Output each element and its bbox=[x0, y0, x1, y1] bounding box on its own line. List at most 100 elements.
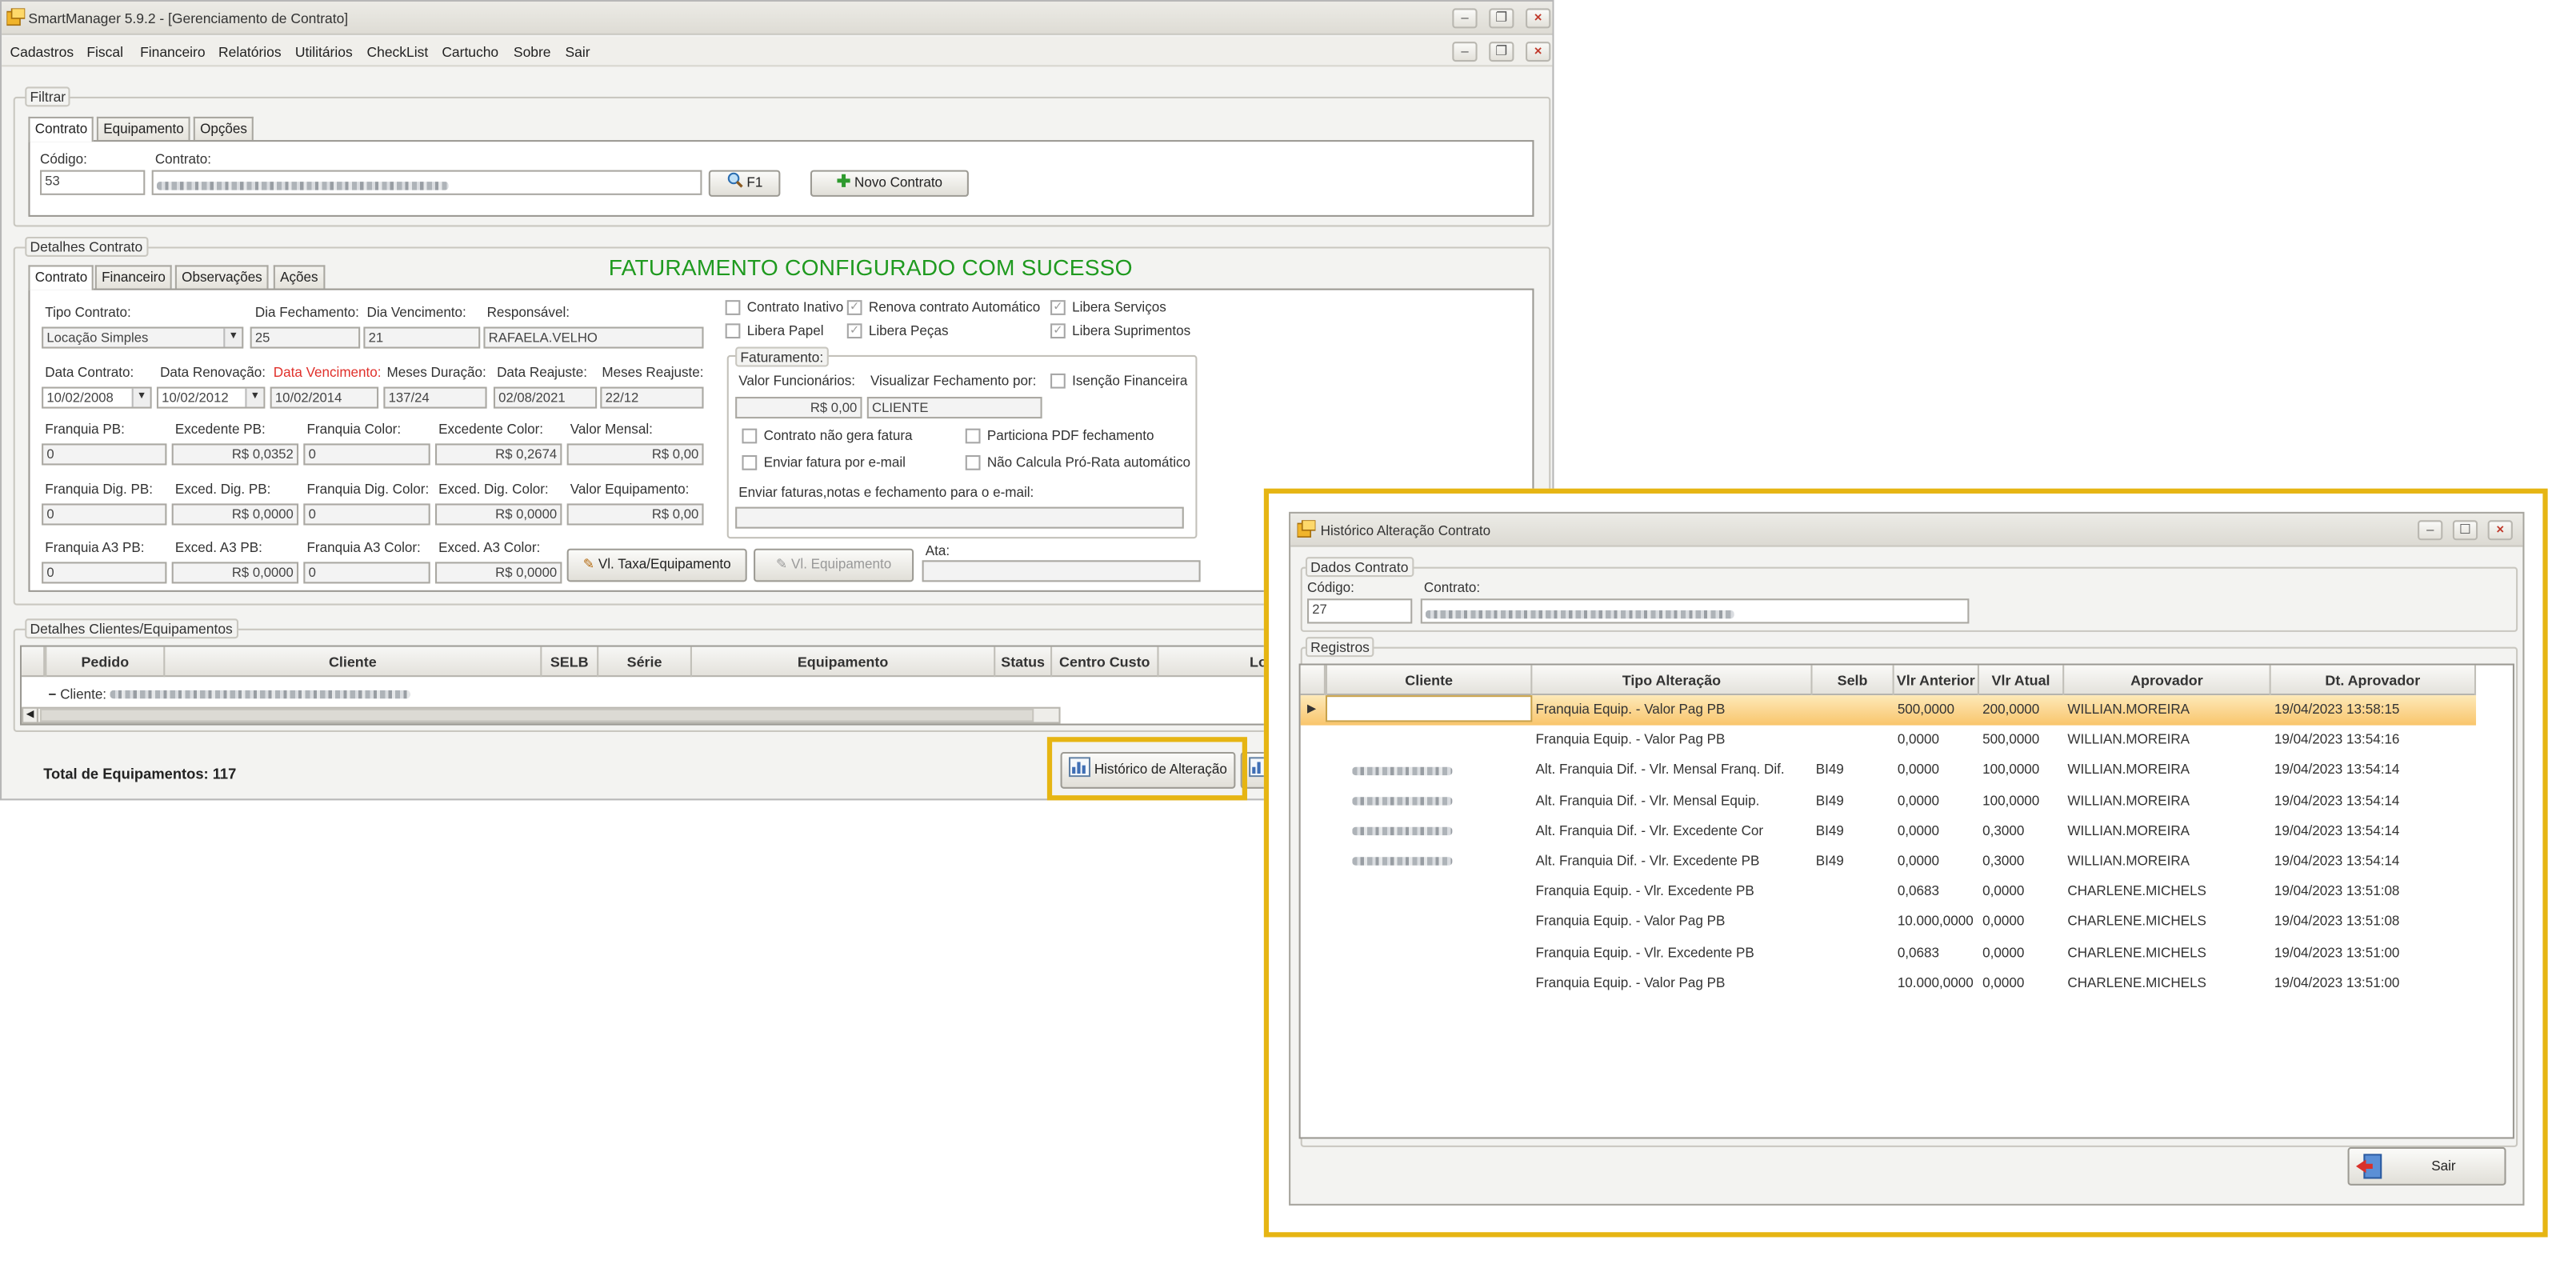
table-row[interactable]: Alt. Franquia Dif. - Vlr. Excedente PB BI… bbox=[1301, 847, 2476, 878]
franquia-a3-pb-input[interactable]: 0 bbox=[42, 562, 167, 584]
franquia-a3-color-input[interactable]: 0 bbox=[303, 562, 430, 584]
codigo-input[interactable]: 53 bbox=[40, 170, 146, 195]
table-row-selected[interactable]: ▶ Franquia Equip. - Valor Pag PB 500,0000 2… bbox=[1300, 695, 2477, 726]
contrato-input[interactable] bbox=[151, 170, 702, 195]
data-vencimento-input[interactable]: 10/02/2014 bbox=[270, 386, 379, 409]
table-row[interactable]: Franquia Equip. - Vlr. Excedente PB 0,068… bbox=[1301, 938, 2476, 969]
valor-equipamento-input[interactable]: R$ 0,00 bbox=[566, 503, 704, 526]
renova-automatico-checkbox[interactable]: ✓ bbox=[846, 300, 862, 315]
libera-pecas-checkbox[interactable]: ✓ bbox=[846, 323, 862, 339]
vl-equipamento-button[interactable]: ✎ Vl. Equipamento bbox=[754, 548, 914, 582]
client-group-row[interactable]: − Cliente: bbox=[48, 687, 410, 702]
particiona-pdf-checkbox[interactable] bbox=[965, 428, 981, 444]
libera-papel-checkbox[interactable] bbox=[725, 323, 741, 339]
franquia-pb-input[interactable]: 0 bbox=[42, 443, 167, 466]
dialog-codigo-input[interactable]: 27 bbox=[1307, 598, 1413, 624]
table-row[interactable]: Franquia Equip. - Valor Pag PB 10.000,000… bbox=[1301, 908, 2476, 938]
menu-fiscal[interactable]: Fiscal bbox=[86, 43, 123, 60]
novo-contrato-button[interactable]: ✚ Novo Contrato bbox=[810, 170, 969, 197]
enviar-faturas-input[interactable] bbox=[735, 506, 1184, 529]
valor-mensal-input[interactable]: R$ 0,00 bbox=[566, 443, 704, 466]
sair-button[interactable]: Sair bbox=[2347, 1146, 2506, 1186]
horizontal-scrollbar[interactable]: ◀ bbox=[22, 706, 1061, 724]
meses-reajuste-input[interactable]: 22/12 bbox=[600, 386, 704, 409]
excedente-pb-input[interactable]: R$ 0,0352 bbox=[171, 443, 299, 466]
isencao-financeira-checkbox[interactable] bbox=[1050, 373, 1066, 389]
mdi-restore-button[interactable]: ❐ bbox=[1489, 42, 1514, 62]
tab-detail-contrato[interactable]: Contrato bbox=[28, 265, 94, 290]
exced-a3-color-input[interactable]: R$ 0,0000 bbox=[434, 562, 562, 584]
tab-detail-acoes[interactable]: Ações bbox=[273, 265, 325, 289]
tab-detail-observacoes[interactable]: Observações bbox=[174, 265, 270, 289]
dialog-minimize-button[interactable]: – bbox=[2418, 520, 2443, 541]
tipo-contrato-select[interactable]: Locação Simples ▼ bbox=[42, 326, 244, 349]
ata-input[interactable] bbox=[922, 560, 1201, 582]
col-vlr-atual[interactable]: Vlr Atual bbox=[1979, 665, 2065, 696]
col-selb[interactable]: Selb bbox=[1813, 665, 1894, 696]
tab-detail-financeiro[interactable]: Financeiro bbox=[94, 265, 173, 289]
data-renovacao-picker[interactable]: 10/02/2012 ▼ bbox=[156, 386, 266, 409]
dialog-close-button[interactable]: × bbox=[2487, 520, 2513, 541]
col-centro-custo[interactable]: Centro Custo bbox=[1052, 646, 1159, 678]
enviar-email-checkbox[interactable] bbox=[742, 454, 758, 470]
menu-relatorios[interactable]: Relatórios bbox=[218, 43, 282, 60]
col-cliente[interactable]: Cliente bbox=[1325, 665, 1533, 696]
col-selb[interactable]: SELB bbox=[542, 646, 599, 678]
contrato-inativo-checkbox[interactable] bbox=[725, 300, 741, 315]
nao-gera-fatura-checkbox[interactable] bbox=[742, 428, 758, 444]
collapse-icon[interactable]: − bbox=[48, 687, 56, 702]
menu-cadastros[interactable]: Cadastros bbox=[10, 43, 74, 60]
tab-filter-opcoes[interactable]: Opções bbox=[193, 116, 254, 141]
exced-dig-pb-input[interactable]: R$ 0,0000 bbox=[171, 503, 299, 526]
menu-checklist[interactable]: CheckList bbox=[367, 43, 429, 60]
table-row[interactable]: Franquia Equip. - Vlr. Excedente PB 0,068… bbox=[1301, 878, 2476, 908]
dia-vencimento-input[interactable]: 21 bbox=[363, 326, 481, 349]
table-row[interactable]: Alt. Franquia Dif. - Vlr. Mensal Equip. B… bbox=[1301, 786, 2476, 817]
franquia-dig-pb-input[interactable]: 0 bbox=[42, 503, 167, 526]
table-row[interactable]: Franquia Equip. - Valor Pag PB 10.000,000… bbox=[1301, 968, 2476, 998]
table-row[interactable]: Franquia Equip. - Valor Pag PB 0,0000 500,… bbox=[1301, 726, 2476, 756]
tab-filter-equipamento[interactable]: Equipamento bbox=[96, 116, 191, 141]
menu-financeiro[interactable]: Financeiro bbox=[140, 43, 206, 60]
meses-duracao-input[interactable]: 137/24 bbox=[383, 386, 487, 409]
menu-cartucho[interactable]: Cartucho bbox=[442, 43, 498, 60]
valor-funcionarios-input[interactable]: R$ 0,00 bbox=[735, 397, 862, 419]
table-row[interactable]: Alt. Franquia Dif. - Vlr. Excedente Cor B… bbox=[1301, 817, 2476, 847]
exced-dig-color-input[interactable]: R$ 0,0000 bbox=[434, 503, 562, 526]
menu-sobre[interactable]: Sobre bbox=[514, 43, 551, 60]
dialog-maximize-button[interactable]: ☐ bbox=[2452, 520, 2478, 541]
col-serie[interactable]: Série bbox=[598, 646, 692, 678]
responsavel-input[interactable]: RAFAELA.VELHO bbox=[483, 326, 704, 349]
franquia-dig-color-input[interactable]: 0 bbox=[303, 503, 430, 526]
visualizar-fechamento-input[interactable]: CLIENTE bbox=[866, 397, 1042, 419]
franquia-color-input[interactable]: 0 bbox=[303, 443, 430, 466]
vl-taxa-equipamento-button[interactable]: ✎ Vl. Taxa/Equipamento bbox=[566, 548, 747, 582]
col-equipamento[interactable]: Equipamento bbox=[692, 646, 996, 678]
mdi-close-button[interactable]: × bbox=[1526, 42, 1551, 62]
scroll-left-arrow-icon[interactable]: ◀ bbox=[23, 708, 38, 722]
col-dt-aprovador[interactable]: Dt. Aprovador bbox=[2271, 665, 2477, 696]
col-cliente[interactable]: Cliente bbox=[165, 646, 542, 678]
col-tipo-alteracao[interactable]: Tipo Alteração bbox=[1532, 665, 1813, 696]
data-reajuste-input[interactable]: 02/08/2021 bbox=[493, 386, 598, 409]
col-aprovador[interactable]: Aprovador bbox=[2064, 665, 2271, 696]
dialog-contrato-input[interactable] bbox=[1420, 598, 1970, 624]
data-contrato-picker[interactable]: 10/02/2008 ▼ bbox=[42, 386, 152, 409]
col-status[interactable]: Status bbox=[995, 646, 1053, 678]
libera-suprimentos-checkbox[interactable]: ✓ bbox=[1050, 323, 1066, 339]
close-button[interactable]: × bbox=[1526, 8, 1551, 29]
minimize-button[interactable]: – bbox=[1452, 8, 1478, 29]
scrollbar-thumb[interactable] bbox=[40, 708, 1034, 722]
excedente-color-input[interactable]: R$ 0,2674 bbox=[434, 443, 562, 466]
tab-filter-contrato[interactable]: Contrato bbox=[28, 116, 94, 142]
nao-calcula-checkbox[interactable] bbox=[965, 454, 981, 470]
table-row[interactable]: Alt. Franquia Dif. - Vlr. Mensal Franq. … bbox=[1301, 756, 2476, 786]
col-pedido[interactable]: Pedido bbox=[45, 646, 166, 678]
dia-fechamento-input[interactable]: 25 bbox=[250, 326, 361, 349]
menu-sair[interactable]: Sair bbox=[566, 43, 590, 60]
col-vlr-anterior[interactable]: Vlr Anterior bbox=[1894, 665, 1979, 696]
restore-button[interactable]: ❐ bbox=[1489, 8, 1514, 29]
libera-servicos-checkbox[interactable]: ✓ bbox=[1050, 300, 1066, 315]
menu-utilitarios[interactable]: Utilitários bbox=[295, 43, 353, 60]
exced-a3-pb-input[interactable]: R$ 0,0000 bbox=[171, 562, 299, 584]
